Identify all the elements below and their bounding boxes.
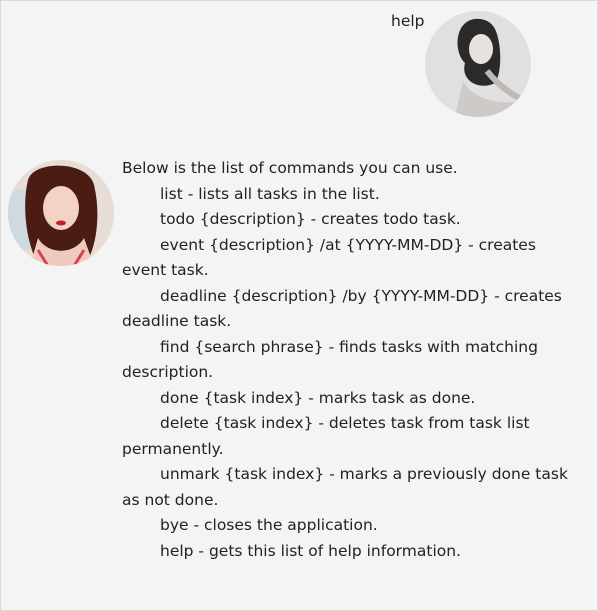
user-message-text: help: [391, 12, 425, 30]
command-help: help - gets this list of help informatio…: [160, 541, 461, 560]
command-todo: todo {description} - creates todo task.: [160, 210, 461, 228]
user-message: help: [391, 11, 429, 31]
command-list: list - lists all tasks in the list.: [160, 184, 380, 203]
command-delete: delete {task index} - deletes task from …: [122, 414, 530, 458]
command-done: done {task index} - marks task as done.: [160, 388, 476, 407]
command-find: find {search phrase} - finds tasks with …: [122, 337, 538, 382]
chat-window: help Below is the list of commands you c…: [0, 0, 598, 611]
command-deadline: deadline {description} /by {YYYY-MM-DD} …: [122, 286, 562, 331]
user-avatar: [425, 11, 531, 117]
command-unmark: unmark {task index} - marks a previously…: [122, 465, 568, 509]
command-event: event {description} /at {YYYY-MM-DD} - c…: [122, 235, 536, 280]
command-bye: bye - closes the application.: [160, 516, 378, 534]
bot-avatar-photo-icon: [8, 160, 114, 266]
bot-message-intro: Below is the list of commands you can us…: [122, 159, 458, 177]
user-avatar-photo-icon: [425, 11, 531, 117]
bot-avatar: [8, 160, 114, 266]
bot-message: Below is the list of commands you can us…: [122, 156, 577, 564]
